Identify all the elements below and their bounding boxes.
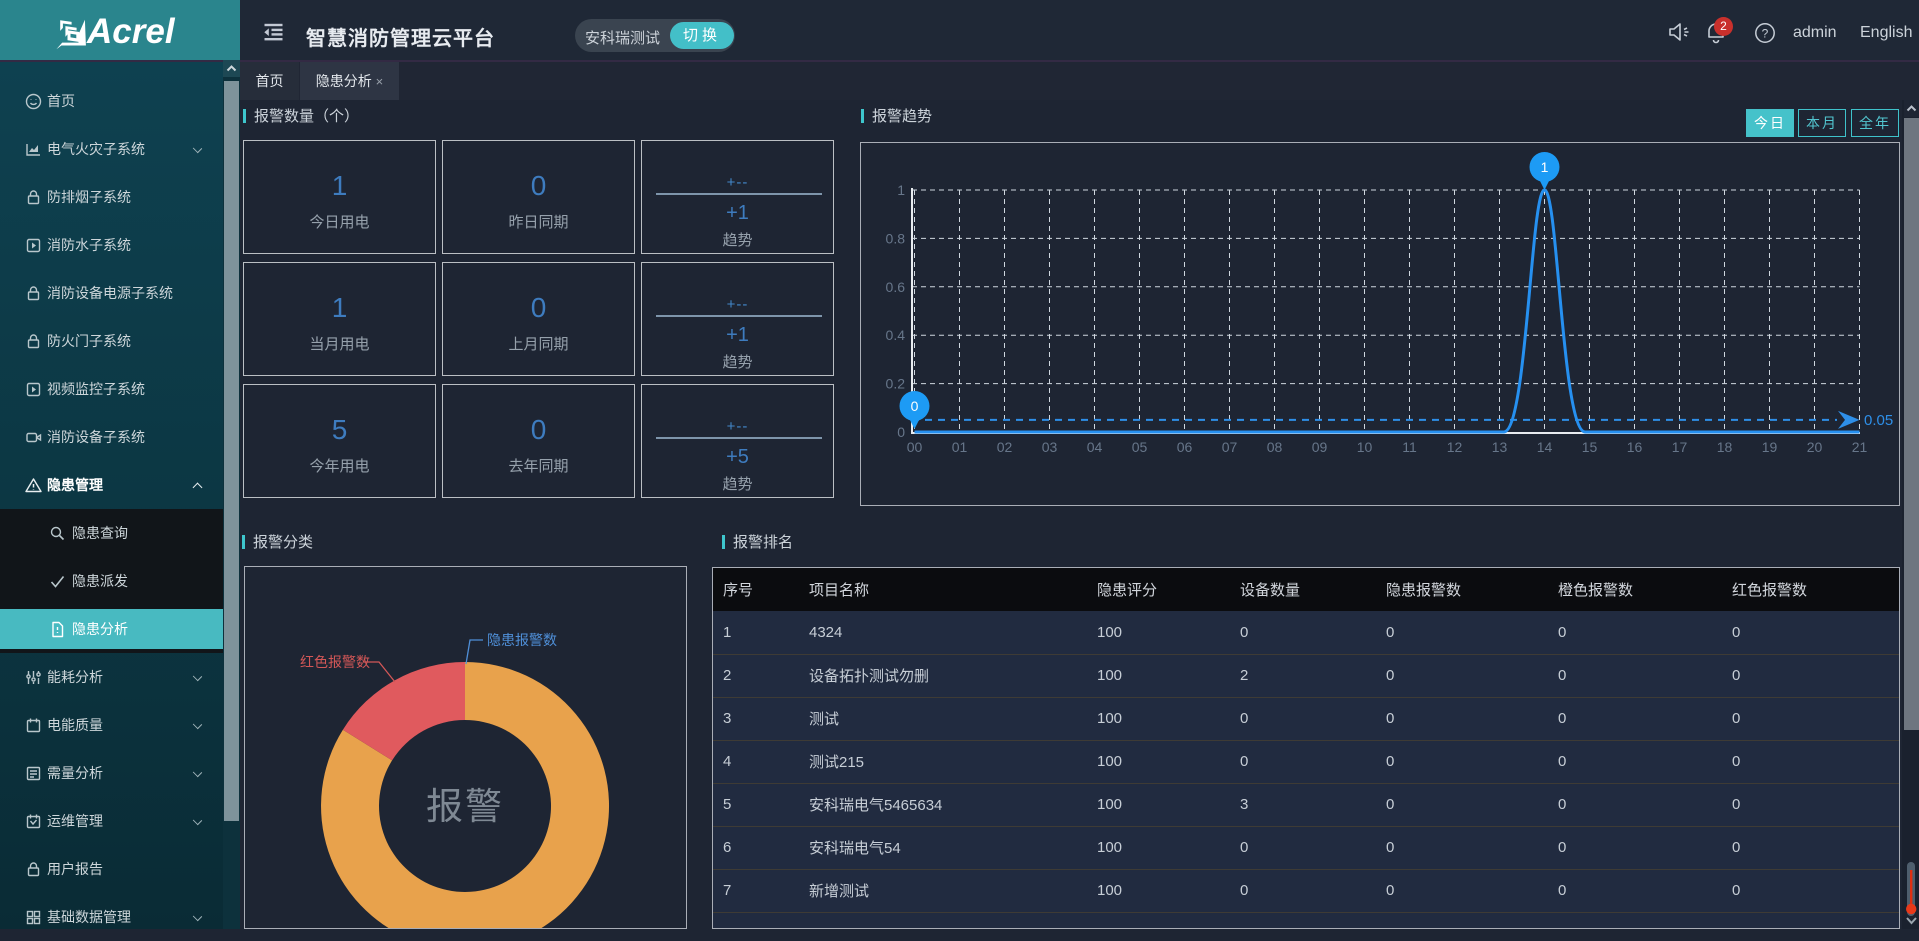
svg-text:红色报警数: 红色报警数 [300, 654, 370, 670]
svg-text:?: ? [1762, 27, 1769, 41]
svg-text:21: 21 [1852, 439, 1868, 455]
svg-text:0.05: 0.05 [1864, 412, 1893, 429]
svg-text:13: 13 [1492, 439, 1508, 455]
svg-text:0.8: 0.8 [886, 230, 906, 246]
svg-text:1: 1 [1541, 159, 1549, 175]
svg-text:03: 03 [1042, 439, 1058, 455]
svg-text:19: 19 [1762, 439, 1778, 455]
svg-text:07: 07 [1222, 439, 1238, 455]
svg-text:1: 1 [897, 182, 905, 198]
svg-text:15: 15 [1582, 439, 1598, 455]
svg-text:08: 08 [1267, 439, 1283, 455]
svg-text:18: 18 [1717, 439, 1733, 455]
svg-text:16: 16 [1627, 439, 1643, 455]
svg-text:0: 0 [897, 424, 905, 440]
svg-text:报警: 报警 [426, 786, 504, 827]
svg-text:04: 04 [1087, 439, 1103, 455]
svg-text:17: 17 [1672, 439, 1688, 455]
svg-text:0.2: 0.2 [886, 376, 906, 392]
svg-text:10: 10 [1357, 439, 1373, 455]
svg-text:14: 14 [1537, 439, 1553, 455]
svg-text:0.6: 0.6 [886, 279, 906, 295]
svg-text:12: 12 [1447, 439, 1463, 455]
svg-text:05: 05 [1132, 439, 1148, 455]
svg-text:隐患报警数: 隐患报警数 [487, 632, 557, 648]
svg-text:11: 11 [1402, 439, 1417, 455]
svg-text:01: 01 [952, 439, 968, 455]
svg-text:0: 0 [911, 398, 919, 414]
svg-text:00: 00 [907, 439, 923, 455]
svg-text:Acrel: Acrel [86, 12, 176, 51]
svg-text:09: 09 [1312, 439, 1328, 455]
svg-text:20: 20 [1807, 439, 1823, 455]
svg-text:02: 02 [997, 439, 1013, 455]
svg-text:06: 06 [1177, 439, 1193, 455]
svg-text:0.4: 0.4 [886, 327, 906, 343]
